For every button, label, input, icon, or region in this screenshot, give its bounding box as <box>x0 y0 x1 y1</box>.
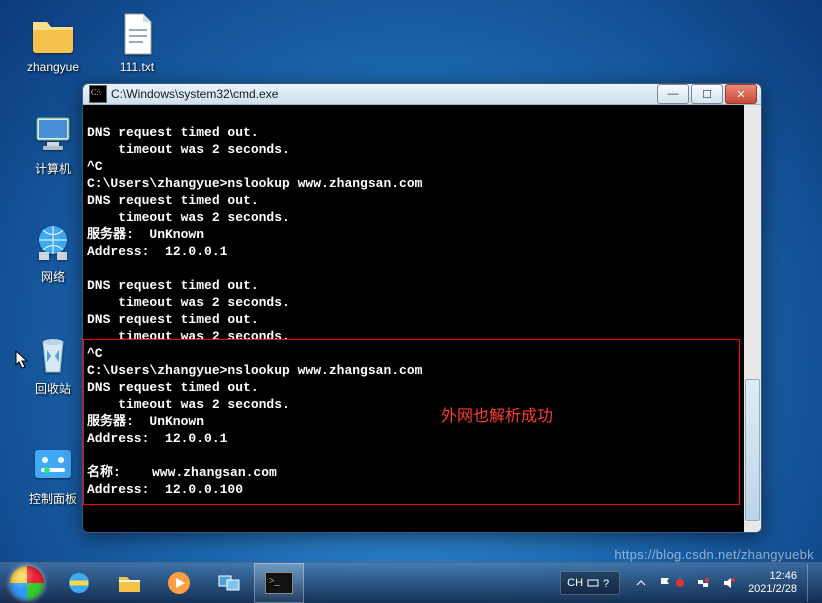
scroll-track[interactable] <box>744 122 761 533</box>
taskbar-aero-switch[interactable] <box>204 563 254 603</box>
cmd-line: 服务器: UnKnown <box>87 414 204 429</box>
network-icon <box>29 218 77 266</box>
windows-orb-icon <box>10 566 44 600</box>
cmd-line: timeout was 2 seconds. <box>87 397 290 412</box>
cmd-line: C:\Users\zhangyue>nslookup www.zhangsan.… <box>87 363 422 378</box>
tray-network[interactable] <box>690 572 716 594</box>
icon-computer[interactable]: 计算机 <box>16 110 90 177</box>
taskbar-cmd[interactable] <box>254 563 304 603</box>
taskbar-ie[interactable] <box>54 563 104 603</box>
cmd-body[interactable]: DNS request timed out. timeout was 2 sec… <box>83 105 761 533</box>
scroll-thumb[interactable] <box>745 379 760 521</box>
cmd-line: timeout was 2 seconds. <box>87 295 290 310</box>
control-panel-icon <box>29 440 77 488</box>
taskbar-pinned-items <box>54 563 304 603</box>
desktop-icon-label: 111.txt <box>100 60 174 74</box>
desktop-icon-label: 网络 <box>16 268 90 285</box>
cmd-line: Address: 12.0.0.1 <box>87 244 227 259</box>
clock-date: 2021/2/28 <box>748 583 797 596</box>
cmd-line: timeout was 2 seconds. <box>87 142 290 157</box>
cmd-line: Address: 12.0.0.1 <box>87 431 227 446</box>
cmd-icon <box>265 572 293 594</box>
text-file-icon <box>113 10 161 58</box>
cmd-line: 名称: www.zhangsan.com <box>87 465 277 480</box>
maximize-button[interactable]: ☐ <box>691 84 723 104</box>
chevron-up-icon <box>636 578 646 588</box>
ie-icon <box>66 570 92 596</box>
annotation-text: 外网也解析成功 <box>441 409 553 425</box>
desktop-icon-label: zhangyue <box>16 60 90 74</box>
tray-action-center[interactable] <box>652 572 690 594</box>
window-switch-icon <box>216 570 242 596</box>
recycle-bin-icon <box>29 330 77 378</box>
cmd-line: Address: 12.0.0.100 <box>87 482 243 497</box>
cmd-line: DNS request timed out. <box>87 278 259 293</box>
cmd-line: ^C <box>87 159 103 174</box>
tray-expand-button[interactable] <box>630 572 652 594</box>
system-tray: CH ? 12:46 2021/2/28 <box>560 563 822 603</box>
cmd-line: timeout was 2 seconds. <box>87 210 290 225</box>
taskbar: CH ? 12:46 2021/2/28 <box>0 562 822 603</box>
alert-badge-icon <box>676 579 684 587</box>
folder-zhangyue[interactable]: zhangyue <box>16 10 90 74</box>
start-button[interactable] <box>0 563 54 603</box>
tray-clock[interactable]: 12:46 2021/2/28 <box>742 570 803 596</box>
cmd-line: timeout was 2 seconds. <box>87 329 290 344</box>
icon-control-panel[interactable]: 控制面板 <box>16 440 90 507</box>
ime-indicator[interactable]: CH ? <box>560 571 620 595</box>
close-button[interactable]: ✕ <box>725 84 757 104</box>
volume-icon <box>722 576 736 590</box>
computer-icon <box>29 110 77 158</box>
cmd-line: DNS request timed out. <box>87 193 259 208</box>
folder-icon <box>116 570 142 596</box>
cmd-line: DNS request timed out. <box>87 125 259 140</box>
folder-icon <box>29 10 77 58</box>
cmd-icon <box>89 85 107 103</box>
icon-network[interactable]: 网络 <box>16 218 90 285</box>
cmd-line: DNS request timed out. <box>87 380 259 395</box>
cmd-title: C:\Windows\system32\cmd.exe <box>111 87 655 101</box>
file-111-txt[interactable]: 111.txt <box>100 10 174 74</box>
show-desktop-button[interactable] <box>807 564 818 602</box>
cmd-scrollbar[interactable]: ▲ ▼ <box>744 105 761 533</box>
svg-text:?: ? <box>603 578 609 589</box>
cmd-line: C:\Users\zhangyue>nslookup www.zhangsan.… <box>87 176 422 191</box>
flag-icon <box>658 576 672 590</box>
clock-time: 12:46 <box>748 570 797 583</box>
minimize-button[interactable]: — <box>657 84 689 104</box>
cmd-line: 服务器: UnKnown <box>87 227 204 242</box>
cmd-line: DNS request timed out. <box>87 312 259 327</box>
tray-volume[interactable] <box>716 572 742 594</box>
cmd-window: C:\Windows\system32\cmd.exe — ☐ ✕ DNS re… <box>82 83 762 533</box>
keyboard-icon <box>587 577 599 589</box>
desktop-icon-label: 控制面板 <box>16 490 90 507</box>
mouse-cursor-icon <box>15 350 29 370</box>
help-icon: ? <box>603 577 613 589</box>
watermark-text: https://blog.csdn.net/zhangyuebk <box>614 548 814 561</box>
desktop: zhangyue 111.txt 计算机 网络 回收站 控制面板 <box>0 0 822 603</box>
media-player-icon <box>166 570 192 596</box>
cmd-titlebar[interactable]: C:\Windows\system32\cmd.exe — ☐ ✕ <box>83 84 761 105</box>
ime-label: CH <box>567 577 583 589</box>
taskbar-explorer[interactable] <box>104 563 154 603</box>
desktop-icon-label: 回收站 <box>16 380 90 397</box>
desktop-icon-label: 计算机 <box>16 160 90 177</box>
network-tray-icon <box>696 576 710 590</box>
taskbar-media-player[interactable] <box>154 563 204 603</box>
cmd-line: ^C <box>87 346 103 361</box>
